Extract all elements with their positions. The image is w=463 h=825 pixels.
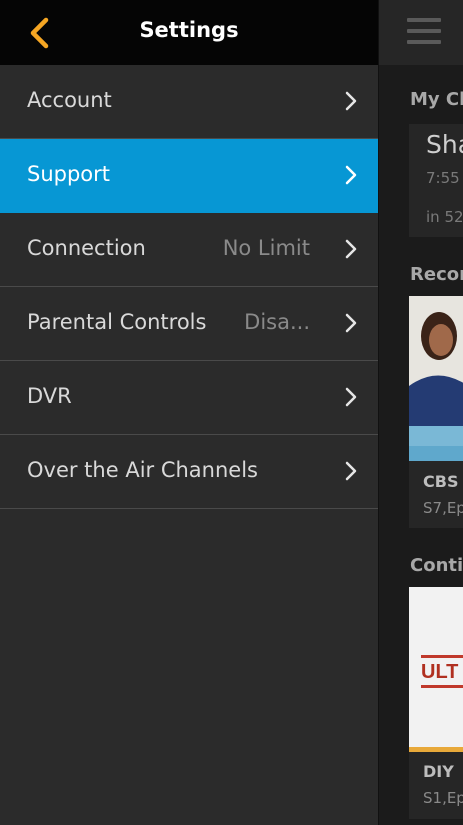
home-screen-background: My Ch Sha 7:55 in 52 Recor CBS S7,Ep Con… [378, 0, 463, 825]
settings-item-connection[interactable]: Connection No Limit [0, 213, 378, 287]
recording-sub: S7,Ep [423, 499, 463, 517]
section-title-my-channels: My Ch [410, 89, 463, 110]
settings-item-support[interactable]: Support [0, 139, 378, 213]
chevron-right-icon [345, 313, 357, 333]
settings-item-label: Connection [27, 236, 146, 260]
channel-card-time: 7:55 [426, 169, 460, 187]
settings-item-value: Disa... [244, 310, 310, 334]
settings-item-label: Over the Air Channels [27, 458, 258, 482]
home-top-bar [379, 0, 463, 65]
continue-sub: S1,Ep [423, 789, 463, 807]
channel-card-sub: in 52 [426, 208, 463, 226]
settings-drawer: Settings Account Support Connection No L… [0, 0, 378, 825]
channel-card[interactable]: Sha 7:55 in 52 [409, 124, 463, 237]
continue-thumbnail-logo: ULT [409, 655, 463, 688]
recording-thumbnail-image [409, 296, 463, 461]
settings-item-label: Parental Controls [27, 310, 207, 334]
settings-item-account[interactable]: Account [0, 65, 378, 139]
continue-caption: DIY [423, 762, 454, 781]
recording-caption: CBS [423, 472, 459, 491]
page-title: Settings [139, 18, 239, 42]
settings-item-label: DVR [27, 384, 72, 408]
settings-item-over-the-air-channels[interactable]: Over the Air Channels [0, 435, 378, 509]
settings-item-parental-controls[interactable]: Parental Controls Disa... [0, 287, 378, 361]
settings-header: Settings [0, 0, 378, 65]
hamburger-menu-icon[interactable] [407, 18, 441, 46]
settings-item-label: Account [27, 88, 112, 112]
chevron-right-icon [345, 165, 357, 185]
chevron-right-icon [345, 461, 357, 481]
section-title-recordings: Recor [410, 264, 463, 285]
settings-item-label: Support [27, 162, 111, 186]
chevron-right-icon [345, 387, 357, 407]
chevron-right-icon [345, 239, 357, 259]
settings-item-value: No Limit [222, 236, 310, 260]
chevron-right-icon [345, 91, 357, 111]
recording-thumbnail[interactable] [409, 296, 463, 461]
section-title-continue: Conti [410, 555, 463, 576]
settings-item-dvr[interactable]: DVR [0, 361, 378, 435]
continue-thumbnail[interactable]: ULT [409, 587, 463, 752]
channel-card-title: Sha [426, 130, 463, 159]
